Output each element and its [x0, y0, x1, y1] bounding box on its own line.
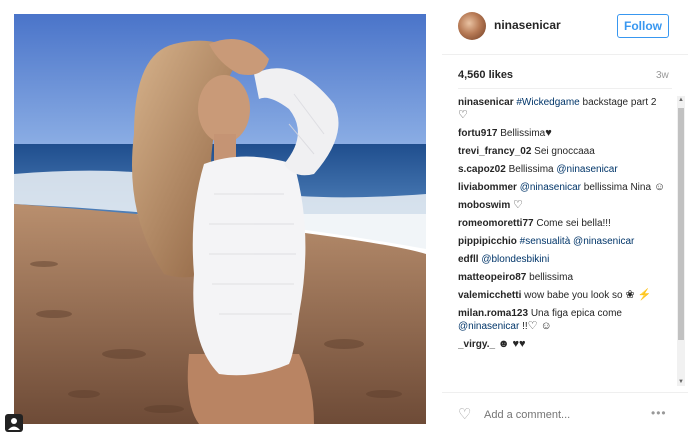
avatar[interactable]	[458, 12, 486, 40]
emoji-icon: ☺	[653, 181, 666, 193]
comment-item: romeomoretti77 Come sei bella!!!	[458, 217, 668, 230]
comment-item: _virgy._ ☻ ♥♥	[458, 338, 668, 351]
post-side-panel: ninasenicar Follow 4,560 likes 3w ninase…	[442, 0, 688, 438]
comment-username[interactable]: ninasenicar	[458, 97, 514, 108]
comment-item: s.capoz02 Bellissima @ninasenicar	[458, 163, 668, 176]
comment-username[interactable]: s.capoz02	[458, 164, 506, 175]
comment-username[interactable]: _virgy._	[458, 339, 495, 350]
comment-item: ninasenicar #Wickedgame backstage part 2…	[458, 96, 668, 122]
comment-item: moboswim ♡	[458, 199, 668, 212]
user-tag-icon[interactable]	[5, 414, 23, 432]
post-header: ninasenicar Follow	[442, 0, 688, 55]
username-link[interactable]: ninasenicar	[494, 18, 561, 32]
emoji-icon: ♥	[545, 127, 552, 139]
post-time[interactable]: 3w	[656, 70, 669, 81]
comment-username[interactable]: edfll	[458, 254, 479, 265]
post-photo[interactable]	[14, 14, 426, 424]
comment-username[interactable]: liviabommer	[458, 182, 517, 193]
comments-list: ninasenicar #Wickedgame backstage part 2…	[458, 96, 668, 386]
comment-username[interactable]: romeomoretti77	[458, 218, 534, 229]
emoji-icon: ♡	[513, 199, 523, 211]
comment-item: matteopeiro87 bellissima	[458, 271, 668, 284]
comment-text: Una figa epica come	[530, 308, 622, 319]
comment-mention-link[interactable]: #Wickedgame	[516, 97, 579, 108]
comment-mention-link[interactable]: @ninasenicar	[573, 236, 634, 247]
comment-input[interactable]	[482, 408, 616, 422]
comment-username[interactable]: milan.roma123	[458, 308, 528, 319]
comment-text: backstage part 2	[579, 97, 657, 108]
scroll-down-icon[interactable]: ▼	[677, 378, 685, 386]
comment-mention-link[interactable]: @blondesbikini	[481, 254, 549, 265]
divider	[458, 88, 672, 89]
photo-illustration	[14, 14, 426, 424]
comment-item: edfll @blondesbikini	[458, 253, 668, 266]
comment-text: Bellissima	[500, 128, 546, 139]
comment-item: milan.roma123 Una figa epica come @ninas…	[458, 307, 668, 333]
follow-button[interactable]: Follow	[617, 14, 669, 38]
comment-text: Bellissima	[508, 164, 557, 175]
comment-mention-link[interactable]: @ninasenicar	[556, 164, 617, 175]
comment-mention-link[interactable]: @ninasenicar	[520, 182, 581, 193]
comment-username[interactable]: trevi_francy_02	[458, 146, 531, 157]
emoji-icon: ☻ ♥♥	[497, 338, 526, 350]
emoji-icon: ♡ ☺	[527, 320, 552, 332]
likes-count[interactable]: 4,560 likes	[458, 69, 513, 81]
comments-scrollbar[interactable]: ▲ ▼	[677, 96, 685, 386]
comment-text: bellissima	[529, 272, 574, 283]
comment-item: liviabommer @ninasenicar bellissima Nina…	[458, 181, 668, 194]
comment-username[interactable]: pippipicchio	[458, 236, 517, 247]
comment-bar: ♡ •••	[442, 392, 688, 439]
emoji-icon: ♡	[458, 109, 468, 121]
comment-username[interactable]: fortu917	[458, 128, 497, 139]
comment-username[interactable]: matteopeiro87	[458, 272, 526, 283]
comment-item: trevi_francy_02 Sei gnoccaaa	[458, 145, 668, 158]
comment-text: Come sei bella!!!	[536, 218, 611, 229]
comment-mention-link[interactable]: @ninasenicar	[458, 321, 519, 332]
comment-text: wow babe you look so	[524, 290, 626, 301]
comment-item: pippipicchio #sensualità @ninasenicar	[458, 235, 668, 248]
emoji-icon: ❀ ⚡	[625, 289, 652, 301]
comment-text: !!	[519, 321, 528, 332]
comment-username[interactable]: valemicchetti	[458, 290, 521, 301]
comment-text: Sei gnoccaaa	[534, 146, 595, 157]
scroll-up-icon[interactable]: ▲	[677, 96, 685, 104]
comment-text: bellissima Nina	[581, 182, 654, 193]
comment-username[interactable]: moboswim	[458, 200, 510, 211]
comment-item: valemicchetti wow babe you look so ❀ ⚡	[458, 289, 668, 302]
more-options-icon[interactable]: •••	[651, 406, 667, 420]
comment-item: fortu917 Bellissima♥	[458, 127, 668, 140]
scroll-thumb[interactable]	[678, 108, 684, 340]
comment-mention-link[interactable]: #sensualità	[520, 236, 571, 247]
heart-icon[interactable]: ♡	[458, 405, 471, 423]
